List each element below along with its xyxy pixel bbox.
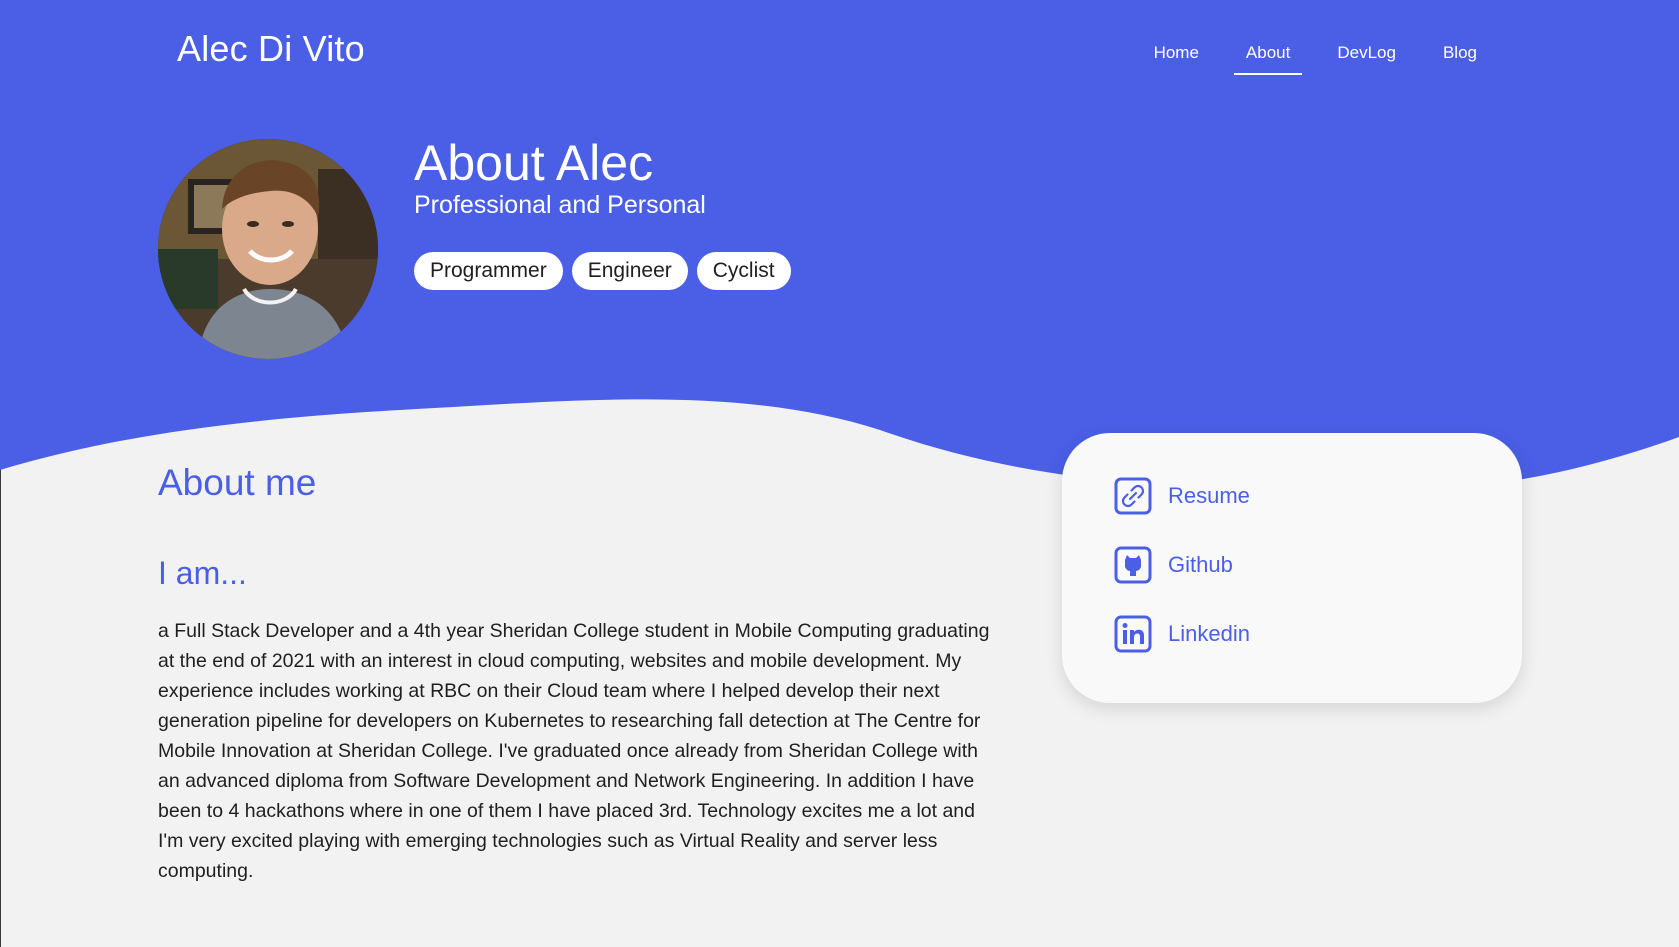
profile-photo — [158, 139, 378, 359]
linkedin-link-label: Linkedin — [1168, 621, 1250, 646]
nav-home[interactable]: Home — [1142, 41, 1211, 75]
github-link[interactable]: Github — [1114, 546, 1233, 584]
nav-blog[interactable]: Blog — [1431, 41, 1489, 75]
about-heading: About me — [158, 462, 317, 503]
page-title: About Alec — [414, 135, 654, 191]
resume-link-label: Resume — [1168, 483, 1250, 508]
github-link-label: Github — [1168, 552, 1233, 577]
nav-about[interactable]: About — [1233, 41, 1303, 75]
linkedin-link[interactable]: Linkedin — [1114, 615, 1250, 653]
site-brand[interactable]: Alec Di Vito — [177, 28, 365, 70]
github-icon — [1114, 546, 1152, 584]
page-subtitle: Professional and Personal — [414, 191, 706, 219]
tag-engineer: Engineer — [571, 252, 688, 290]
bio-paragraph: a Full Stack Developer and a 4th year Sh… — [158, 620, 990, 882]
tag-programmer: Programmer — [414, 252, 563, 290]
iam-heading: I am... — [158, 555, 247, 591]
linkedin-icon — [1114, 615, 1152, 653]
nav-devlog[interactable]: DevLog — [1325, 41, 1408, 75]
tag-list: Programmer Engineer Cyclist — [414, 252, 791, 290]
resume-link[interactable]: Resume — [1114, 477, 1250, 515]
main-nav: Home About DevLog Blog — [1119, 41, 1489, 75]
links-card: Resume Github Linkedin — [1062, 433, 1522, 703]
link-icon — [1114, 477, 1152, 515]
tag-cyclist: Cyclist — [696, 252, 791, 290]
profile-avatar — [158, 139, 378, 359]
